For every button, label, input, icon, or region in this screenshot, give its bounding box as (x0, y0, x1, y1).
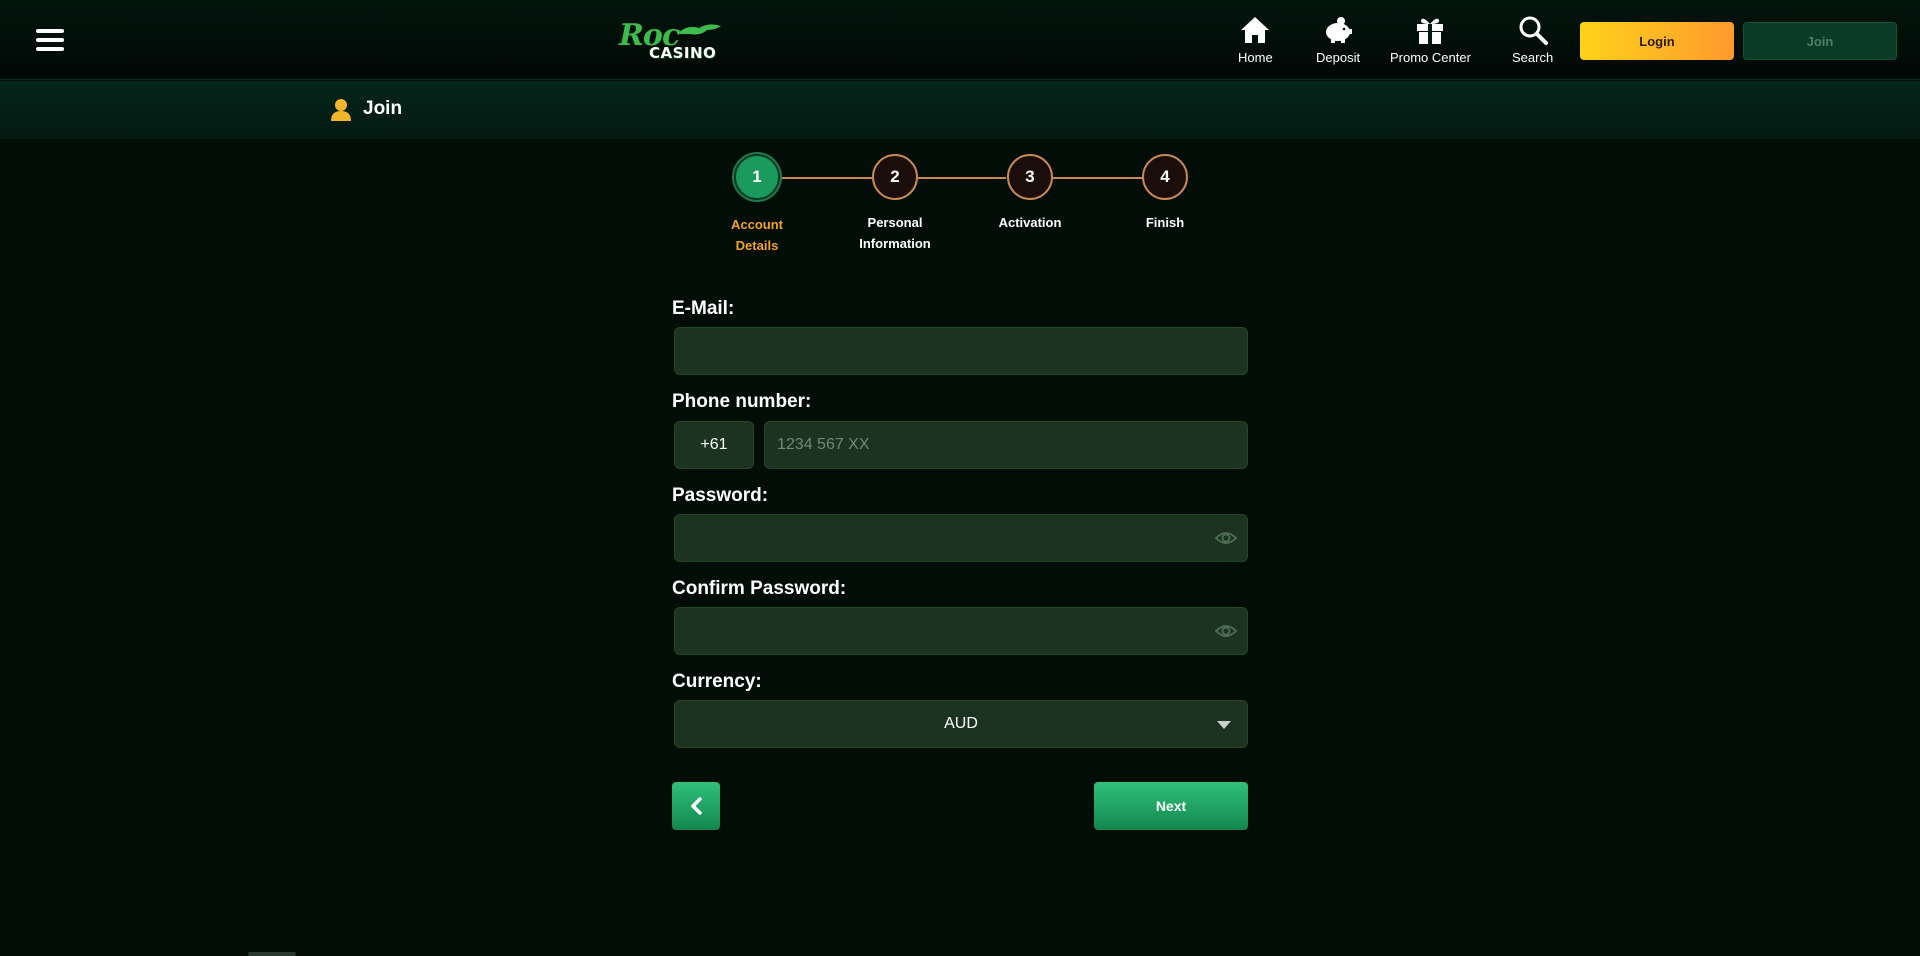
currency-select[interactable]: AUD (674, 700, 1248, 748)
nav-promo-center[interactable]: Promo Center (1390, 14, 1471, 70)
chevron-left-icon (691, 797, 702, 815)
step-finish: 4 Finish (1095, 154, 1235, 233)
confirm-password-field-wrapper (674, 607, 1248, 655)
nav-search-label: Search (1512, 50, 1554, 65)
logo-lizard-icon (677, 24, 721, 35)
nav-deposit-label: Deposit (1316, 50, 1361, 65)
step-label-line1: Finish (1145, 215, 1185, 230)
step-activation: 3 Activation (960, 154, 1100, 233)
step-label-line1: Account (731, 217, 783, 232)
step-number: 1 (734, 154, 780, 200)
confirm-password-label: Confirm Password: (672, 578, 847, 599)
phone-field-wrapper (764, 421, 1248, 469)
confirm-password-input[interactable] (675, 608, 1247, 654)
email-field-wrapper (674, 327, 1248, 375)
nav-promo-center-label: Promo Center (1390, 50, 1471, 65)
scrollbar-thumb[interactable] (248, 952, 296, 956)
step-label: Account Details (702, 214, 812, 256)
page-subheader: Join (0, 81, 1920, 139)
phone-input[interactable] (765, 422, 1247, 468)
password-field-wrapper (674, 514, 1248, 562)
step-label: Activation (975, 212, 1085, 233)
show-confirm-password-eye-icon[interactable] (1215, 622, 1237, 640)
chevron-down-icon (1217, 721, 1231, 729)
user-icon (331, 99, 351, 121)
top-header: Roc CASINO Home Deposit Promo Center Sea… (0, 0, 1920, 80)
step-account-details: 1 Account Details (687, 154, 827, 256)
login-button[interactable]: Login (1580, 22, 1734, 60)
step-label-line1: Personal (867, 215, 923, 230)
step-personal-information: 2 Personal Information (825, 154, 965, 254)
step-label: Personal Information (840, 212, 950, 254)
step-label-line2: Details (735, 238, 779, 253)
email-input[interactable] (675, 328, 1247, 374)
step-label-line2: Information (859, 236, 931, 251)
search-icon (1516, 14, 1550, 46)
nav-home-label: Home (1238, 50, 1273, 65)
phone-label: Phone number: (672, 391, 812, 412)
join-button[interactable]: Join (1743, 22, 1897, 60)
step-number: 3 (1007, 154, 1053, 200)
gift-icon (1413, 14, 1447, 46)
step-number: 2 (872, 154, 918, 200)
step-number: 4 (1142, 154, 1188, 200)
show-password-eye-icon[interactable] (1215, 529, 1237, 547)
back-button[interactable] (672, 782, 720, 830)
currency-selected-value: AUD (944, 715, 978, 732)
password-input[interactable] (675, 515, 1247, 561)
roc-casino-logo[interactable]: Roc CASINO (615, 16, 725, 66)
home-icon (1238, 14, 1272, 46)
nav-home[interactable]: Home (1238, 14, 1273, 70)
password-label: Password: (672, 485, 769, 506)
phone-country-code-select[interactable]: +61 (674, 421, 754, 469)
nav-search[interactable]: Search (1512, 14, 1553, 70)
nav-deposit[interactable]: Deposit (1316, 14, 1360, 70)
step-label-line1: Activation (998, 215, 1062, 230)
next-button[interactable]: Next (1094, 782, 1248, 830)
hamburger-menu-icon[interactable] (36, 29, 66, 53)
email-label: E-Mail: (672, 298, 735, 319)
logo-text-casino: CASINO (649, 44, 717, 62)
piggy-bank-icon (1321, 14, 1355, 46)
currency-label: Currency: (672, 671, 762, 692)
step-label: Finish (1110, 212, 1220, 233)
page-title: Join (363, 98, 403, 119)
